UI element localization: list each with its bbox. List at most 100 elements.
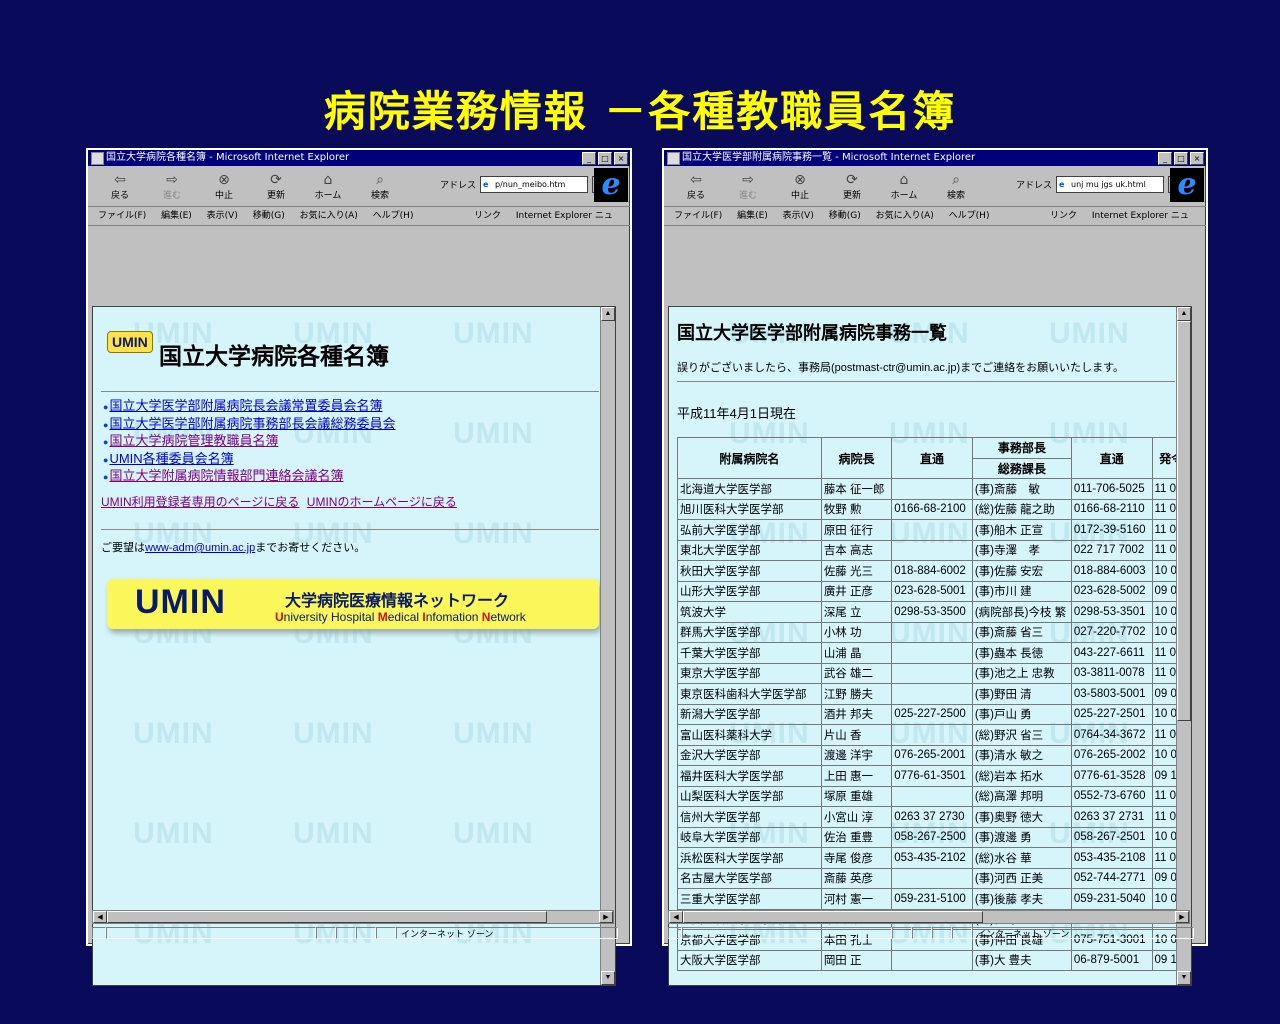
close-button[interactable]: × <box>614 152 628 165</box>
home-icon: ⌂ <box>323 171 333 188</box>
links-bar[interactable]: リンク Internet Explorer ニュ <box>1050 207 1201 225</box>
home-button[interactable]: ⌂ ホーム <box>302 172 354 201</box>
close-button[interactable]: × <box>1190 152 1204 165</box>
menu-favorites[interactable]: お気に入り(A) <box>876 211 934 221</box>
back-button[interactable]: ⇦ 戻る <box>670 172 722 201</box>
table-cell: 上田 惠一 <box>820 765 893 787</box>
table-row: 信州大学医学部 小宮山 淳 0263 37 2730 (事)奥野 徳大 0263 37 … <box>677 806 1191 828</box>
table-cell: 秋田大学医学部 <box>677 560 822 582</box>
menu-file[interactable]: ファイル(F) <box>98 211 146 221</box>
table-cell: 新潟大学医学部 <box>677 703 822 725</box>
table-cell: 059-231-5100 <box>891 888 973 910</box>
table-cell: (事)後藤 孝夫 <box>971 888 1072 910</box>
table-cell: (事)斎藤 省三 <box>971 621 1072 643</box>
link-info-department-roster[interactable]: 国立大学附属病院情報部門連絡会議名簿 <box>109 468 343 483</box>
table-cell: 佐藤 光三 <box>820 560 893 582</box>
home-button[interactable]: ⌂ ホーム <box>878 172 930 201</box>
search-button[interactable]: ⌕ 検索 <box>930 172 982 201</box>
forward-button[interactable]: ⇨ 進む <box>146 172 198 201</box>
table-cell: 小林 功 <box>820 621 893 643</box>
search-icon: ⌕ <box>952 171 960 188</box>
address-input[interactable]: p/nun_meibo.htm <box>480 176 589 193</box>
table-row: 北海道大学医学部 藤本 征一郎 (事)斎藤 敏 011-706-5025 11 04 <box>677 478 1191 500</box>
ie-page-icon <box>667 152 680 165</box>
minimize-button[interactable]: _ <box>582 152 596 165</box>
table-cell <box>891 662 973 684</box>
table-cell: 0552-73-6760 <box>1070 785 1153 807</box>
table-cell: 076-265-2002 <box>1070 744 1153 766</box>
search-button[interactable]: ⌕ 検索 <box>354 172 406 201</box>
table-cell: 076-265-2001 <box>891 744 973 766</box>
table-row: 東京医科歯科大学医学部 江野 勝夫 (事)野田 清 03-5803-5001 09 04 <box>677 683 1191 705</box>
link-back-registered-users[interactable]: UMIN利用登録者専用のページに戻る <box>101 495 299 509</box>
menu-edit[interactable]: 編集(E) <box>161 211 192 221</box>
ie-logo-icon: e <box>594 168 628 202</box>
menu-view[interactable]: 表示(V) <box>783 211 814 221</box>
status-bar: インターネット ゾーン <box>92 927 622 941</box>
address-input[interactable]: unj mu jgs uk.html <box>1056 176 1165 193</box>
window2-content: UMIN UMIN UMIN UMIN UMIN UMIN UMIN UMIN UMIN U… <box>668 306 1192 986</box>
window1-title: 国立大学病院各種名簿 - Microsoft Internet Explorer <box>106 152 350 163</box>
table-cell: 0764-34-3672 <box>1070 724 1153 746</box>
table-cell <box>891 478 973 500</box>
table-cell: 藤本 征一郎 <box>820 478 893 500</box>
vertical-scrollbar[interactable]: ▲ ▼ <box>600 307 615 985</box>
link-general-affairs-committee[interactable]: 国立大学医学部附属病院事務部長会議総務委員会 <box>109 416 395 431</box>
refresh-button[interactable]: ⟳ 更新 <box>250 172 302 201</box>
table-cell: 河村 憲一 <box>820 888 893 910</box>
slide-title: 病院業務情報 －各種教職員名簿 <box>323 87 957 136</box>
table-cell: 025-227-2500 <box>891 703 973 725</box>
horizontal-scrollbar[interactable]: ◀ ▶ <box>668 910 1190 924</box>
menu-help[interactable]: ヘルプ(H) <box>373 211 414 221</box>
status-zone: インターネット ゾーン <box>396 927 618 940</box>
as-of-date: 平成11年4月1日現在 <box>677 406 796 421</box>
table-cell: (事)船木 正宣 <box>971 519 1072 541</box>
minimize-button[interactable]: _ <box>1158 152 1172 165</box>
link-umin-committees[interactable]: UMIN各種委員会名簿 <box>109 451 233 466</box>
back-button[interactable]: ⇦ 戻る <box>94 172 146 201</box>
links-bar[interactable]: リンク Internet Explorer ニュ <box>474 207 625 225</box>
contact-email-link[interactable]: www-adm@umin.ac.jp <box>145 542 255 554</box>
menu-favorites[interactable]: お気に入り(A) <box>300 211 358 221</box>
table-row: 千葉大学医学部 山浦 晶 (事)蟲本 長徳 043-227-6611 11 01 <box>677 642 1191 664</box>
table-cell: 岐阜大学医学部 <box>677 826 822 848</box>
maximize-button[interactable]: □ <box>1174 152 1188 165</box>
link-staff-roster[interactable]: 国立大学病院管理教職員名簿 <box>109 433 278 448</box>
menu-file[interactable]: ファイル(F) <box>674 211 722 221</box>
vertical-scrollbar[interactable]: ▲ ▼ <box>1176 307 1191 985</box>
table-cell: 06-879-5001 <box>1070 949 1153 971</box>
window1-titlebar[interactable]: 国立大学病院各種名簿 - Microsoft Internet Explorer… <box>88 150 630 166</box>
table-cell: 金沢大学医学部 <box>677 744 822 766</box>
forward-arrow-icon: ⇨ <box>166 171 178 188</box>
table-cell: (事)寺澤 孝 <box>971 539 1072 561</box>
table-cell: 群馬大学医学部 <box>677 621 822 643</box>
forward-button[interactable]: ⇨ 進む <box>722 172 774 201</box>
menu-go[interactable]: 移動(G) <box>829 211 861 221</box>
horizontal-scrollbar[interactable]: ◀ ▶ <box>92 910 614 924</box>
stop-button[interactable]: ⊗ 中止 <box>198 172 250 201</box>
menu-go[interactable]: 移動(G) <box>253 211 285 221</box>
table-cell: 富山医科薬科大学 <box>677 724 822 746</box>
menu-edit[interactable]: 編集(E) <box>737 211 768 221</box>
menu-view[interactable]: 表示(V) <box>207 211 238 221</box>
table-cell: (事)市川 建 <box>971 580 1072 602</box>
umin-banner[interactable]: UMIN 大学病院医療情報ネットワーク University Hospital … <box>107 579 599 629</box>
table-cell: 名古屋大学医学部 <box>677 867 822 889</box>
refresh-button[interactable]: ⟳ 更新 <box>826 172 878 201</box>
address-bar: アドレス unj mu jgs uk.html ▼ <box>1016 176 1183 193</box>
table-cell: 武谷 雄二 <box>820 662 893 684</box>
window2-titlebar[interactable]: 国立大学医学部附属病院事務一覧 - Microsoft Internet Exp… <box>664 150 1206 166</box>
table-row: 金沢大学医学部 渡邊 洋宇 076-265-2001 (事)清水 敏之 076-265-… <box>677 744 1191 766</box>
stop-button[interactable]: ⊗ 中止 <box>774 172 826 201</box>
menu-help[interactable]: ヘルプ(H) <box>949 211 990 221</box>
link-committee-roster[interactable]: 国立大学医学部附属病院長会議常置委員会名簿 <box>109 398 382 413</box>
back-arrow-icon: ⇦ <box>114 171 126 188</box>
table-cell: 酒井 邦夫 <box>820 703 893 725</box>
browser-window-hospital-list: 国立大学医学部附属病院事務一覧 - Microsoft Internet Exp… <box>662 148 1208 986</box>
table-cell: 信州大学医学部 <box>677 806 822 828</box>
link-back-umin-home[interactable]: UMINのホームページに戻る <box>307 495 457 509</box>
table-cell: (事)佐藤 安宏 <box>971 560 1072 582</box>
table-cell: (事)清水 敏之 <box>971 744 1072 766</box>
maximize-button[interactable]: □ <box>598 152 612 165</box>
table-cell: 022 717 7002 <box>1070 539 1153 561</box>
